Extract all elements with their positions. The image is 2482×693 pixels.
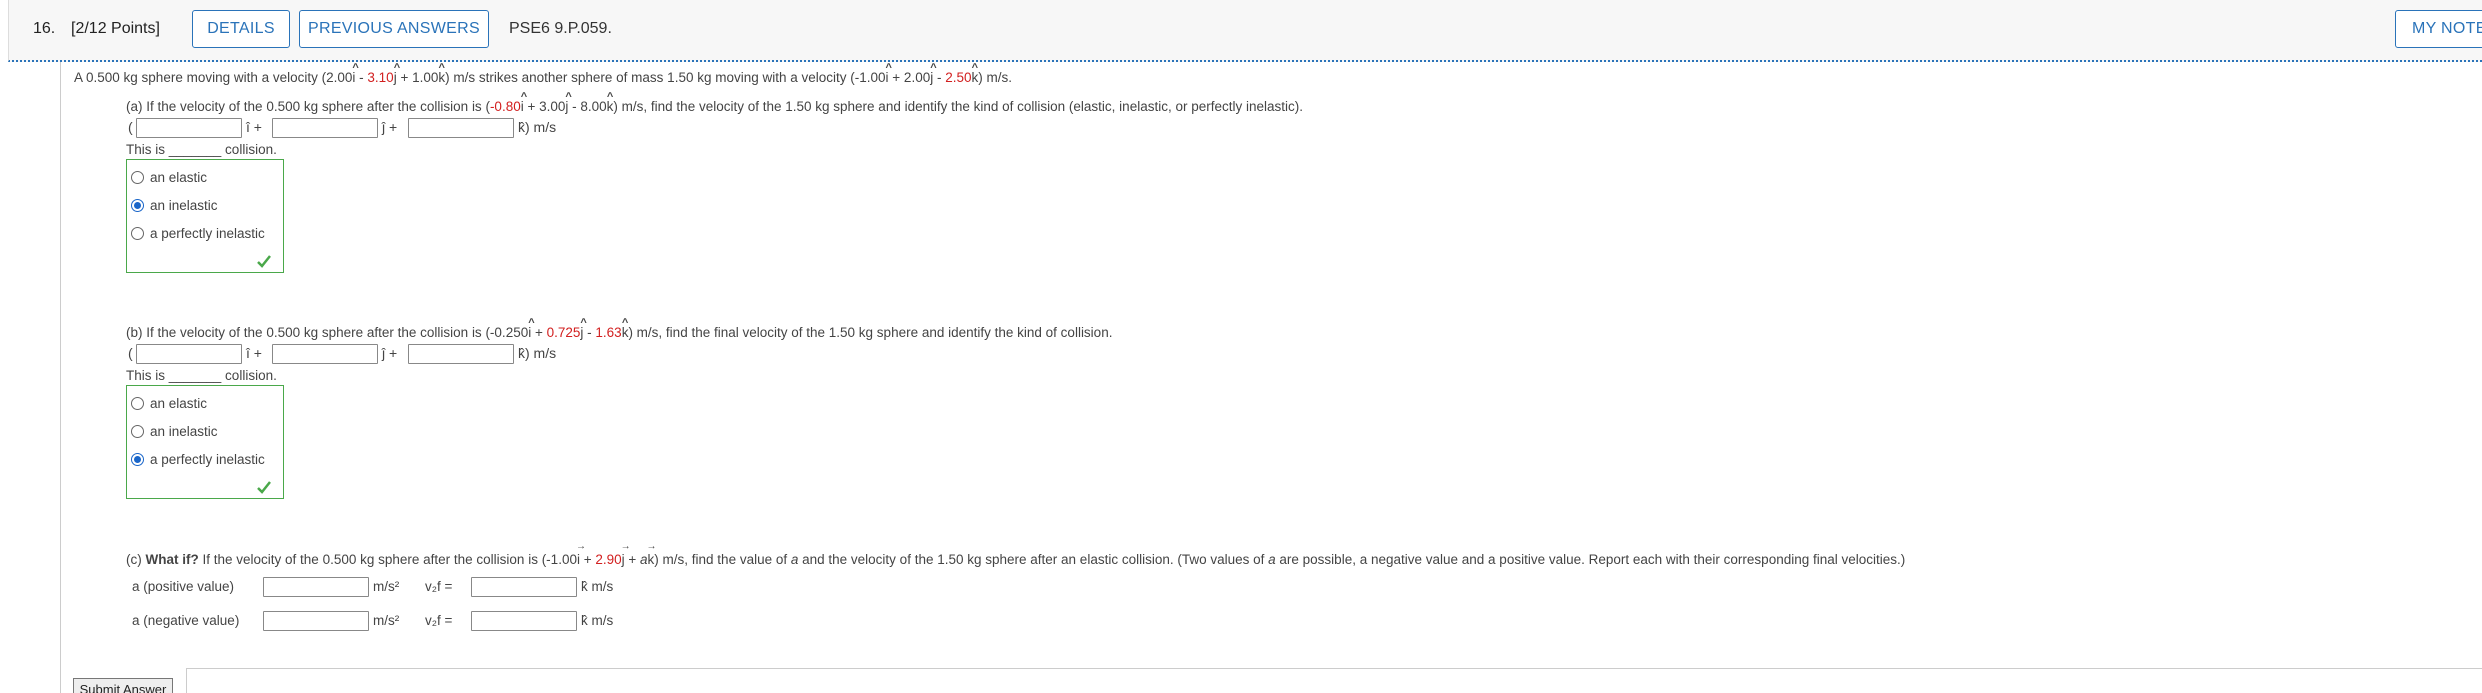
part-c-k-unit: k̂ m/s <box>581 613 614 628</box>
submit-divider <box>186 668 2482 669</box>
part-a-question: (a) If the velocity of the 0.500 kg sphe… <box>126 91 1303 114</box>
details-button[interactable]: DETAILS <box>192 10 290 48</box>
part-b-question: (b) If the velocity of the 0.500 kg sphe… <box>126 317 1112 340</box>
part-b-collision-options: an elastic an inelastic a perfectly inel… <box>126 385 284 499</box>
question-number: 16. <box>33 20 56 37</box>
radio-button[interactable] <box>131 227 144 240</box>
part-c-a-negative-input[interactable] <box>263 611 369 631</box>
check-icon <box>257 255 271 268</box>
part-c-unit-a: m/s² <box>373 613 400 628</box>
question-code: PSE6 9.P.059. <box>509 20 612 37</box>
my-notes-button[interactable]: MY NOTES <box>2395 10 2482 48</box>
radio-button[interactable] <box>131 171 144 184</box>
part-b-vy-input[interactable] <box>272 344 378 364</box>
part-b-i-plus: î + <box>246 345 262 361</box>
part-a-option-elastic[interactable]: an elastic <box>131 170 207 185</box>
part-a-vy-input[interactable] <box>272 118 378 138</box>
content-divider <box>60 62 61 693</box>
part-a-open-paren: ( <box>128 119 133 135</box>
previous-answers-button[interactable]: PREVIOUS ANSWERS <box>299 10 489 48</box>
part-b-option-inelastic[interactable]: an inelastic <box>131 424 218 439</box>
part-b-open-paren: ( <box>128 345 133 361</box>
part-c-v-negative-input[interactable] <box>471 611 577 631</box>
radio-button[interactable] <box>131 397 144 410</box>
part-a-k-unit: k̂) m/s <box>518 119 557 135</box>
part-a-vx-input[interactable] <box>136 118 242 138</box>
part-c-k-unit: k̂ m/s <box>581 579 614 594</box>
part-c-negative-label: a (negative value) <box>132 613 240 628</box>
part-c-v-label: v₂f = <box>425 579 453 594</box>
part-a-j-plus: ĵ + <box>382 119 398 135</box>
part-b-option-elastic[interactable]: an elastic <box>131 396 207 411</box>
radio-button-selected[interactable] <box>131 199 144 212</box>
check-icon <box>257 481 271 494</box>
part-a-vz-input[interactable] <box>408 118 514 138</box>
part-c-v-label: v₂f = <box>425 613 453 628</box>
part-c-a-positive-input[interactable] <box>263 577 369 597</box>
part-b-this-is: This is _______ collision. <box>126 368 277 383</box>
part-c-positive-label: a (positive value) <box>132 579 235 594</box>
question-points: [2/12 Points] <box>71 20 160 37</box>
part-a-option-inelastic[interactable]: an inelastic <box>131 198 218 213</box>
part-a-option-perfectly-inelastic[interactable]: a perfectly inelastic <box>131 226 265 241</box>
part-a-this-is: This is _______ collision. <box>126 142 277 157</box>
problem-statement: A 0.500 kg sphere moving with a velocity… <box>74 62 1012 85</box>
part-a-collision-options: an elastic an inelastic a perfectly inel… <box>126 159 284 273</box>
part-a-i-plus: î + <box>246 119 262 135</box>
part-c-unit-a: m/s² <box>373 579 400 594</box>
radio-button[interactable] <box>131 425 144 438</box>
part-c-question: (c) What if? If the velocity of the 0.50… <box>126 541 1905 567</box>
part-c-v-positive-input[interactable] <box>471 577 577 597</box>
question-header: 16. [2/12 Points] DETAILS PREVIOUS ANSWE… <box>8 0 2482 62</box>
submit-divider-vertical <box>186 668 187 693</box>
part-b-k-unit: k̂) m/s <box>518 345 557 361</box>
part-b-option-perfectly-inelastic[interactable]: a perfectly inelastic <box>131 452 265 467</box>
radio-button-selected[interactable] <box>131 453 144 466</box>
part-b-vz-input[interactable] <box>408 344 514 364</box>
submit-answer-button[interactable]: Submit Answer <box>73 678 173 693</box>
part-b-j-plus: ĵ + <box>382 345 398 361</box>
part-b-vx-input[interactable] <box>136 344 242 364</box>
